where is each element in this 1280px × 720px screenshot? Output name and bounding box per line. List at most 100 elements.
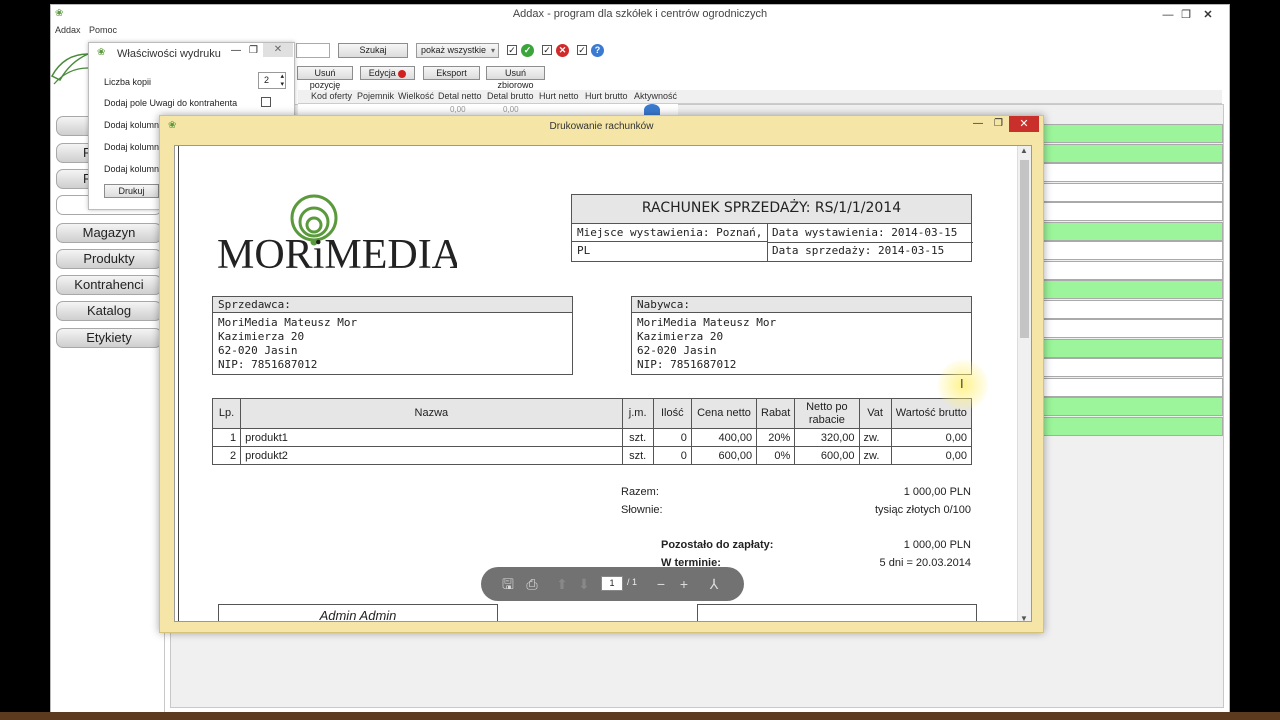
- scroll-down-icon[interactable]: ▼: [1020, 614, 1028, 621]
- table-row[interactable]: [1042, 358, 1223, 377]
- nav-magazyn[interactable]: Magazyn: [56, 223, 162, 243]
- copies-stepper[interactable]: 2 ▴ ▾: [258, 72, 286, 89]
- items-table: Lp. Nazwa j.m. Ilość Cena netto Rabat Ne…: [211, 398, 973, 465]
- document-viewer[interactable]: MORiMEDIA RACHUNEK SPRZEDAŻY: RS/1/1/201…: [174, 145, 1032, 622]
- cell: 400,00: [690, 428, 758, 447]
- scroll-up-icon[interactable]: ▲: [1020, 146, 1028, 155]
- signature-box-left: Admin Admin: [218, 604, 498, 621]
- buyer-box: Nabywca: MoriMedia Mateusz Mor Kazimierz…: [631, 296, 972, 375]
- col-vat: Vat: [858, 398, 892, 429]
- cell: 0%: [756, 446, 796, 465]
- table-row[interactable]: [1042, 163, 1223, 182]
- col-unit: j.m.: [621, 398, 654, 429]
- column-header[interactable]: Kod oferty: [311, 91, 352, 101]
- table-row[interactable]: [1042, 397, 1223, 416]
- scroll-thumb[interactable]: [1020, 160, 1029, 338]
- column-header[interactable]: Hurt netto: [539, 91, 579, 101]
- table-row[interactable]: [1042, 182, 1223, 202]
- logo-text: MORiMEDIA: [217, 232, 457, 274]
- edit-button[interactable]: Edycja: [360, 66, 415, 80]
- delete-position-button[interactable]: Usuń pozycję: [297, 66, 353, 90]
- seller-line: 62-020 Jasin: [218, 344, 298, 357]
- menubar: Addax Pomoc: [51, 25, 1229, 39]
- column-header[interactable]: Detal netto: [438, 91, 482, 101]
- check-icon[interactable]: ✓: [521, 44, 534, 57]
- page-number-input[interactable]: 1: [601, 576, 623, 591]
- dialog-maximize-button[interactable]: ❐: [249, 45, 258, 56]
- table-row[interactable]: [1042, 377, 1223, 397]
- zoom-out-icon[interactable]: −: [652, 575, 670, 593]
- table-row[interactable]: [1042, 241, 1223, 260]
- col-lp: Lp.: [211, 398, 242, 429]
- bulk-delete-button[interactable]: Usuń zbiorowo: [486, 66, 545, 90]
- seller-line: MoriMedia Mateusz Mor: [218, 316, 358, 329]
- dialog-minimize-button[interactable]: —: [231, 45, 241, 56]
- filter-checkbox-active[interactable]: ✓: [507, 45, 517, 55]
- table-row[interactable]: [1042, 260, 1223, 280]
- table-row[interactable]: [1042, 202, 1223, 221]
- nav-kontrahenci[interactable]: Kontrahenci: [56, 275, 162, 295]
- cell: produkt2: [240, 446, 623, 465]
- table-row: 2 produkt2 szt. 0 600,00 0% 600,00 zw. 0…: [211, 446, 973, 465]
- table-row[interactable]: [1042, 319, 1223, 338]
- print-minimize-button[interactable]: —: [973, 118, 983, 129]
- dialog-close-button[interactable]: ✕: [263, 43, 293, 57]
- column-header[interactable]: Aktywność: [634, 91, 677, 101]
- filter-select[interactable]: pokaż wszystkie ▾: [416, 43, 499, 58]
- pdf-toolbar: 🖫 ⎙ ⬆ ⬇ 1 / 1 − + ⅄: [481, 567, 744, 601]
- search-button[interactable]: Szukaj: [338, 43, 408, 58]
- acrobat-icon[interactable]: ⅄: [705, 575, 723, 593]
- addax-logo-icon: [50, 53, 89, 85]
- maximize-button[interactable]: ❐: [1175, 7, 1197, 23]
- cell: 0,00: [890, 446, 973, 465]
- menu-addax[interactable]: Addax: [55, 25, 81, 35]
- help-icon[interactable]: ?: [591, 44, 604, 57]
- add-column-label: Dodaj kolumnę: [104, 120, 165, 130]
- cell: 1: [211, 428, 242, 447]
- print-button[interactable]: Drukuj: [104, 184, 159, 198]
- seller-line: Kazimierza 20: [218, 330, 305, 343]
- column-header[interactable]: Hurt brutto: [585, 91, 628, 101]
- column-header[interactable]: Wielkość: [398, 91, 434, 101]
- invoice-title: RACHUNEK SPRZEDAŻY: RS/1/1/2014: [572, 195, 971, 224]
- grid-header: Kod oferty Pojemnik Wielkość Detal netto…: [298, 90, 1222, 104]
- print-window-title: Drukowanie rachunków: [549, 121, 654, 132]
- save-icon[interactable]: 🖫: [499, 575, 517, 593]
- table-row[interactable]: [1042, 221, 1223, 241]
- zoom-in-icon[interactable]: +: [675, 575, 693, 593]
- export-button[interactable]: Eksport: [423, 66, 480, 80]
- close-button[interactable]: ✕: [1197, 7, 1219, 23]
- filter-select-value: pokaż wszystkie: [421, 45, 487, 55]
- cell: 600,00: [690, 446, 758, 465]
- arrow-up-icon[interactable]: ⬆: [553, 575, 571, 593]
- table-row[interactable]: [1042, 143, 1223, 163]
- table-row[interactable]: [1042, 280, 1223, 299]
- cell: 600,00: [794, 446, 860, 465]
- nav-produkty[interactable]: Produkty: [56, 249, 162, 269]
- cell: 0: [652, 428, 692, 447]
- nav-katalog[interactable]: Katalog: [56, 301, 162, 321]
- table-row[interactable]: [1042, 338, 1223, 358]
- filter-checkbox-help[interactable]: ✓: [577, 45, 587, 55]
- table-row[interactable]: [1042, 416, 1223, 436]
- morimedia-logo-icon: MORiMEDIA: [217, 194, 457, 274]
- nav-etykiety[interactable]: Etykiety: [56, 328, 162, 348]
- price-cell: 0,00: [503, 105, 519, 114]
- cell: 2: [211, 446, 242, 465]
- remarks-checkbox[interactable]: [261, 97, 271, 107]
- menu-pomoc[interactable]: Pomoc: [89, 25, 117, 35]
- close-circle-icon[interactable]: ✕: [556, 44, 569, 57]
- print-close-button[interactable]: ✕: [1009, 116, 1039, 132]
- arrow-down-icon[interactable]: ⬇: [575, 575, 593, 593]
- column-header[interactable]: Pojemnik: [357, 91, 394, 101]
- column-header[interactable]: Detal brutto: [487, 91, 534, 101]
- search-input[interactable]: [296, 43, 330, 58]
- print-icon[interactable]: ⎙: [523, 575, 541, 593]
- vertical-scrollbar[interactable]: ▲ ▼: [1017, 146, 1031, 621]
- filter-checkbox-inactive[interactable]: ✓: [542, 45, 552, 55]
- table-row[interactable]: [1042, 299, 1223, 319]
- print-maximize-button[interactable]: ❐: [994, 118, 1003, 129]
- record-icon: [398, 69, 407, 78]
- table-row[interactable]: [1042, 124, 1223, 143]
- col-net-price: Cena netto: [690, 398, 758, 429]
